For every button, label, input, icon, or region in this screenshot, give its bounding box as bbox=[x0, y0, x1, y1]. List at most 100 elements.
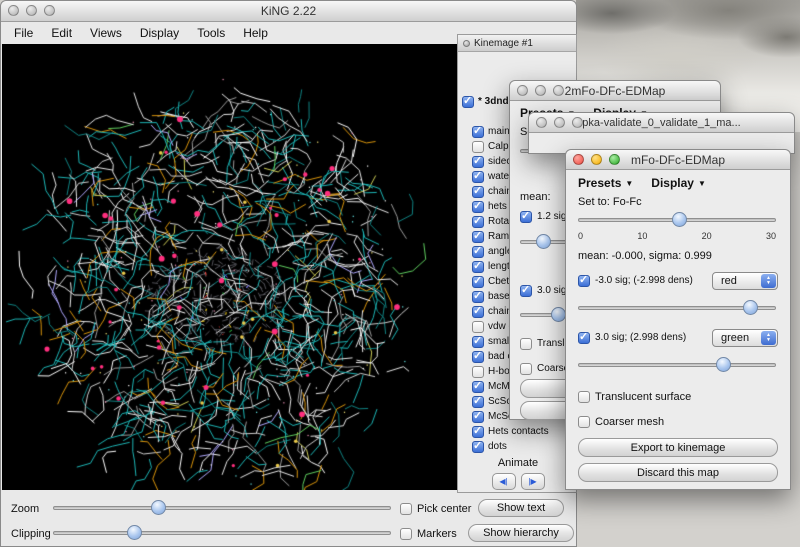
menu-tools[interactable]: Tools bbox=[188, 26, 234, 40]
tick-label: 30 bbox=[766, 231, 776, 241]
menu-file[interactable]: File bbox=[5, 26, 42, 40]
pos-sig-checkbox[interactable]: ✓ bbox=[578, 332, 590, 344]
discard-map-button[interactable]: Discard this map bbox=[578, 463, 778, 482]
map2-window-controls bbox=[517, 85, 564, 96]
pka-window-controls bbox=[536, 117, 583, 128]
pos-sig-row: ✓ 3.0 sig; (2.998 dens) green ▲▼ bbox=[578, 328, 778, 347]
item-checkbox[interactable]: ✓ bbox=[472, 276, 484, 288]
item-checkbox[interactable]: ✓ bbox=[472, 231, 484, 243]
kinemage-panel-titlebar[interactable]: Kinemage #1 bbox=[458, 35, 576, 52]
pka-titlebar[interactable]: pka-validate_0_validate_1_ma... bbox=[529, 113, 794, 133]
slider-thumb[interactable] bbox=[672, 212, 687, 227]
zoom-button[interactable] bbox=[44, 5, 55, 16]
molecule-canvas[interactable] bbox=[2, 44, 457, 490]
item-checkbox[interactable]: ✓ bbox=[472, 306, 484, 318]
checkbox-box[interactable]: ✓ bbox=[400, 503, 412, 515]
slider-track bbox=[53, 531, 391, 535]
zoom-button[interactable] bbox=[609, 154, 620, 165]
animate-label: Animate bbox=[458, 457, 578, 469]
item-checkbox[interactable]: ✓ bbox=[472, 426, 484, 438]
minimize-button[interactable] bbox=[26, 5, 37, 16]
slider-thumb[interactable] bbox=[551, 307, 566, 322]
item-checkbox[interactable]: ✓ bbox=[472, 321, 484, 333]
minimize-button[interactable] bbox=[554, 117, 565, 128]
neg-level-slider[interactable] bbox=[578, 300, 776, 316]
markers-label: Markers bbox=[417, 528, 457, 540]
menu-label: Help bbox=[243, 26, 268, 40]
menu-label: Display bbox=[140, 26, 179, 40]
item-checkbox[interactable]: ✓ bbox=[472, 396, 484, 408]
translucent-checkbox[interactable]: ✓ bbox=[520, 338, 532, 350]
item-checkbox[interactable]: ✓ bbox=[472, 141, 484, 153]
item-checkbox[interactable]: ✓ bbox=[472, 261, 484, 273]
animate-back-button[interactable]: ◀| bbox=[492, 473, 516, 490]
item-checkbox[interactable]: ✓ bbox=[462, 96, 474, 108]
item-checkbox[interactable]: ✓ bbox=[472, 411, 484, 423]
item-checkbox[interactable]: ✓ bbox=[472, 291, 484, 303]
pos-level-slider[interactable] bbox=[578, 357, 776, 373]
checkbox-box[interactable]: ✓ bbox=[400, 528, 412, 540]
show-text-button[interactable]: Show text bbox=[478, 499, 564, 517]
map1-window-controls bbox=[573, 154, 620, 165]
minimize-button[interactable] bbox=[591, 154, 602, 165]
item-checkbox[interactable]: ✓ bbox=[472, 246, 484, 258]
close-button[interactable] bbox=[573, 154, 584, 165]
slider-thumb[interactable] bbox=[743, 300, 758, 315]
item-checkbox[interactable]: ✓ bbox=[472, 171, 484, 183]
export-kinemage-button[interactable]: Export to kinemage bbox=[578, 438, 778, 457]
pos-color-popup[interactable]: green ▲▼ bbox=[712, 329, 778, 347]
menu-views[interactable]: Views bbox=[81, 26, 131, 40]
map2-titlebar[interactable]: 2mFo-DFc-EDMap bbox=[510, 81, 720, 101]
close-button[interactable] bbox=[8, 5, 19, 16]
panel-title: Kinemage #1 bbox=[474, 35, 533, 52]
item-checkbox[interactable]: ✓ bbox=[472, 336, 484, 348]
stats-label: mean: -0.000, sigma: 0.999 bbox=[578, 250, 712, 262]
menu-label: File bbox=[14, 26, 33, 40]
popup-value: green bbox=[721, 332, 749, 344]
zoom-button[interactable] bbox=[572, 117, 583, 128]
item-checkbox[interactable]: ✓ bbox=[472, 156, 484, 168]
slider-thumb[interactable] bbox=[127, 525, 142, 540]
neg-sig-checkbox[interactable]: ✓ bbox=[520, 211, 532, 223]
translucent-checkbox[interactable]: ✓ bbox=[578, 391, 590, 403]
neg-sig-checkbox[interactable]: ✓ bbox=[578, 275, 590, 287]
zoom-button[interactable] bbox=[553, 85, 564, 96]
menu-help[interactable]: Help bbox=[234, 26, 277, 40]
coarser-mesh-checkbox[interactable]: ✓ bbox=[578, 416, 590, 428]
slider-thumb[interactable] bbox=[151, 500, 166, 515]
show-hierarchy-button[interactable]: Show hierarchy bbox=[468, 524, 574, 542]
minimize-button[interactable] bbox=[535, 85, 546, 96]
king-titlebar[interactable]: KiNG 2.22 bbox=[1, 1, 576, 22]
item-checkbox[interactable]: ✓ bbox=[472, 351, 484, 363]
item-checkbox[interactable]: ✓ bbox=[472, 366, 484, 378]
item-checkbox[interactable]: ✓ bbox=[472, 126, 484, 138]
clipping-slider[interactable] bbox=[53, 525, 391, 541]
menu-display[interactable]: Display▼ bbox=[651, 176, 706, 190]
close-button[interactable] bbox=[536, 117, 547, 128]
slider-thumb[interactable] bbox=[716, 357, 731, 372]
popup-arrows-icon: ▲▼ bbox=[761, 274, 776, 288]
tick-label: 10 bbox=[637, 231, 647, 241]
menu-presets[interactable]: Presets▼ bbox=[578, 176, 633, 190]
slider-thumb[interactable] bbox=[536, 234, 551, 249]
animate-forward-button[interactable]: |▶ bbox=[521, 473, 545, 490]
map-level-slider[interactable] bbox=[578, 212, 776, 228]
panel-close-button[interactable] bbox=[463, 40, 470, 47]
neg-sig-label: -3.0 sig; (-2.998 dens) bbox=[595, 275, 707, 286]
item-checkbox[interactable]: ✓ bbox=[472, 201, 484, 213]
item-checkbox[interactable]: ✓ bbox=[472, 216, 484, 228]
markers-checkbox[interactable]: ✓ Markers bbox=[400, 526, 457, 542]
item-checkbox[interactable]: ✓ bbox=[472, 381, 484, 393]
king-window-controls bbox=[8, 5, 55, 16]
close-button[interactable] bbox=[517, 85, 528, 96]
item-checkbox[interactable]: ✓ bbox=[472, 441, 484, 453]
map1-titlebar[interactable]: mFo-DFc-EDMap bbox=[566, 150, 790, 170]
pick-center-checkbox[interactable]: ✓ Pick center bbox=[400, 501, 471, 517]
menu-display[interactable]: Display bbox=[131, 26, 188, 40]
menu-edit[interactable]: Edit bbox=[42, 26, 81, 40]
pos-sig-checkbox[interactable]: ✓ bbox=[520, 285, 532, 297]
neg-color-popup[interactable]: red ▲▼ bbox=[712, 272, 778, 290]
item-checkbox[interactable]: ✓ bbox=[472, 186, 484, 198]
zoom-slider[interactable] bbox=[53, 500, 391, 516]
coarser-mesh-checkbox[interactable]: ✓ bbox=[520, 363, 532, 375]
